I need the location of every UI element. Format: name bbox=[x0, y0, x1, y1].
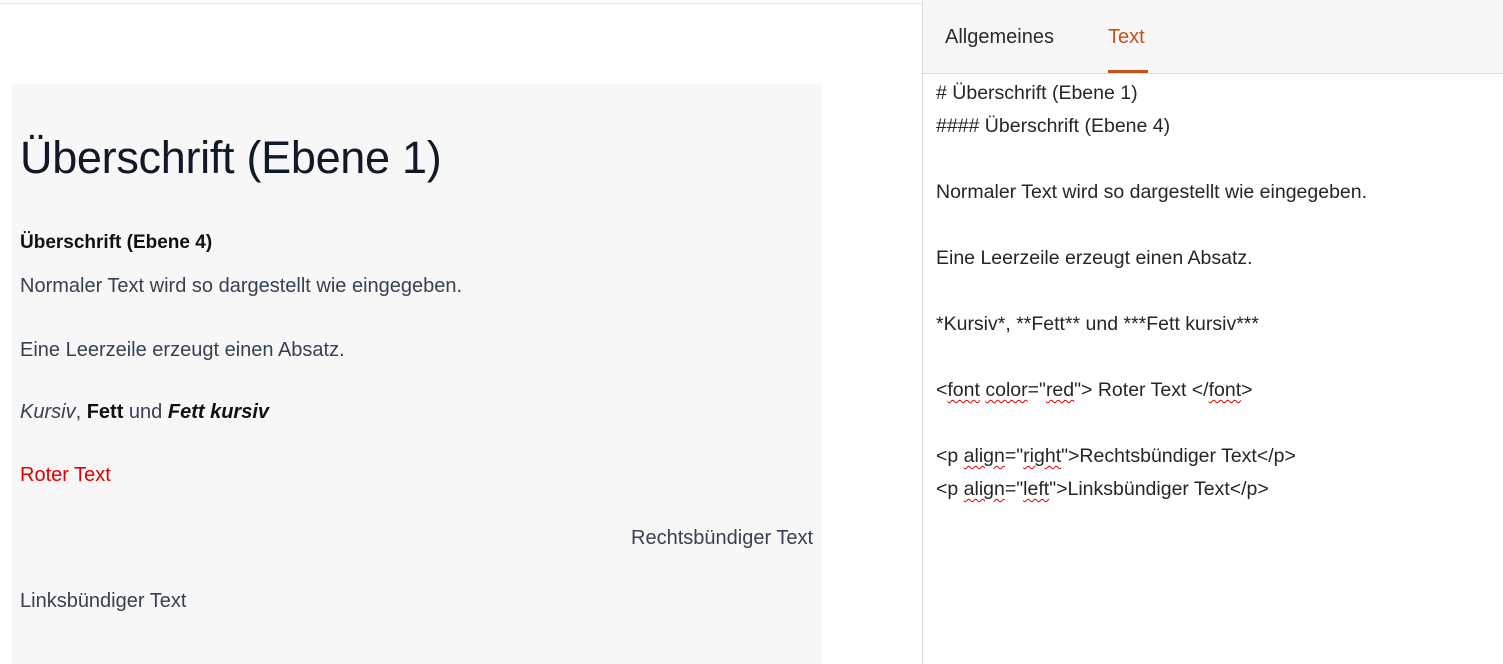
tab-text[interactable]: Text bbox=[1108, 26, 1145, 49]
spellcheck-word: align bbox=[963, 445, 1005, 467]
source-fragment: <p bbox=[936, 478, 964, 500]
preview-italic-text: Kursiv bbox=[20, 401, 76, 423]
markdown-preview: Überschrift (Ebene 1) Überschrift (Ebene… bbox=[12, 84, 821, 664]
source-fragment: < bbox=[936, 379, 948, 401]
source-line-align-left: <p align="left">Linksbündiger Text</p> bbox=[936, 473, 1496, 506]
source-line: Normaler Text wird so dargestellt wie ei… bbox=[936, 181, 1368, 203]
source-line: #### Überschrift (Ebene 4) bbox=[936, 115, 1171, 137]
source-blank-line bbox=[936, 275, 1496, 308]
preview-paragraph-absatz: Eine Leerzeile erzeugt einen Absatz. bbox=[20, 339, 345, 361]
spellcheck-word: font bbox=[947, 379, 980, 401]
source-blank-line bbox=[936, 407, 1496, 440]
source-line-font-tag: <font color="red"> Roter Text </font> bbox=[936, 374, 1496, 407]
source-fragment: > bbox=[1241, 379, 1253, 401]
source-blank-line bbox=[936, 209, 1496, 242]
source-line: # Überschrift (Ebene 1) bbox=[936, 82, 1138, 104]
preview-heading-4: Überschrift (Ebene 4) bbox=[20, 232, 213, 253]
preview-paragraph-formatting: Kursiv, Fett und Fett kursiv bbox=[20, 401, 269, 424]
source-fragment: =" bbox=[1004, 478, 1024, 500]
source-fragment: ">Linksbündiger Text</p> bbox=[1049, 478, 1269, 500]
preview-bold-text: Fett bbox=[86, 401, 124, 423]
editor-panel: Allgemeines Text # Überschrift (Ebene 1)… bbox=[922, 0, 1503, 664]
spellcheck-word: font bbox=[1208, 379, 1242, 401]
source-fragment: =" bbox=[1004, 445, 1024, 467]
source-fragment: "> Roter Text </ bbox=[1074, 379, 1209, 401]
source-fragment: <p bbox=[936, 445, 964, 467]
preview-paragraph-normal: Normaler Text wird so dargestellt wie ei… bbox=[20, 275, 463, 297]
spellcheck-word: color bbox=[985, 379, 1028, 401]
markdown-source-textarea[interactable]: # Überschrift (Ebene 1) #### Überschrift… bbox=[936, 77, 1496, 657]
active-tab-indicator bbox=[1108, 70, 1148, 73]
preview-heading-1: Überschrift (Ebene 1) bbox=[20, 132, 442, 183]
spellcheck-word: left bbox=[1023, 478, 1050, 500]
preview-red-text: Roter Text bbox=[20, 464, 111, 486]
source-fragment: ">Rechtsbündiger Text</p> bbox=[1061, 445, 1296, 467]
source-blank-line bbox=[936, 143, 1496, 176]
preview-bold-italic-text: Fett kursiv bbox=[167, 401, 270, 423]
preview-right-aligned-text: Rechtsbündiger Text bbox=[631, 527, 813, 549]
source-line: Eine Leerzeile erzeugt einen Absatz. bbox=[936, 247, 1253, 269]
source-line-align-right: <p align="right">Rechtsbündiger Text</p> bbox=[936, 440, 1496, 473]
tab-bar: Allgemeines Text bbox=[923, 0, 1503, 74]
preview-und: und bbox=[123, 401, 168, 423]
preview-left-aligned-text: Linksbündiger Text bbox=[20, 590, 187, 612]
source-fragment: =" bbox=[1027, 379, 1046, 401]
spellcheck-word: red bbox=[1045, 379, 1075, 401]
spellcheck-word: right bbox=[1023, 445, 1062, 467]
source-blank-line bbox=[936, 341, 1496, 374]
top-divider bbox=[0, 3, 922, 4]
preview-comma: , bbox=[75, 401, 87, 423]
source-line: *Kursiv*, **Fett** und ***Fett kursiv*** bbox=[936, 313, 1259, 335]
spellcheck-word: align bbox=[963, 478, 1005, 500]
tab-allgemeines[interactable]: Allgemeines bbox=[945, 26, 1054, 49]
